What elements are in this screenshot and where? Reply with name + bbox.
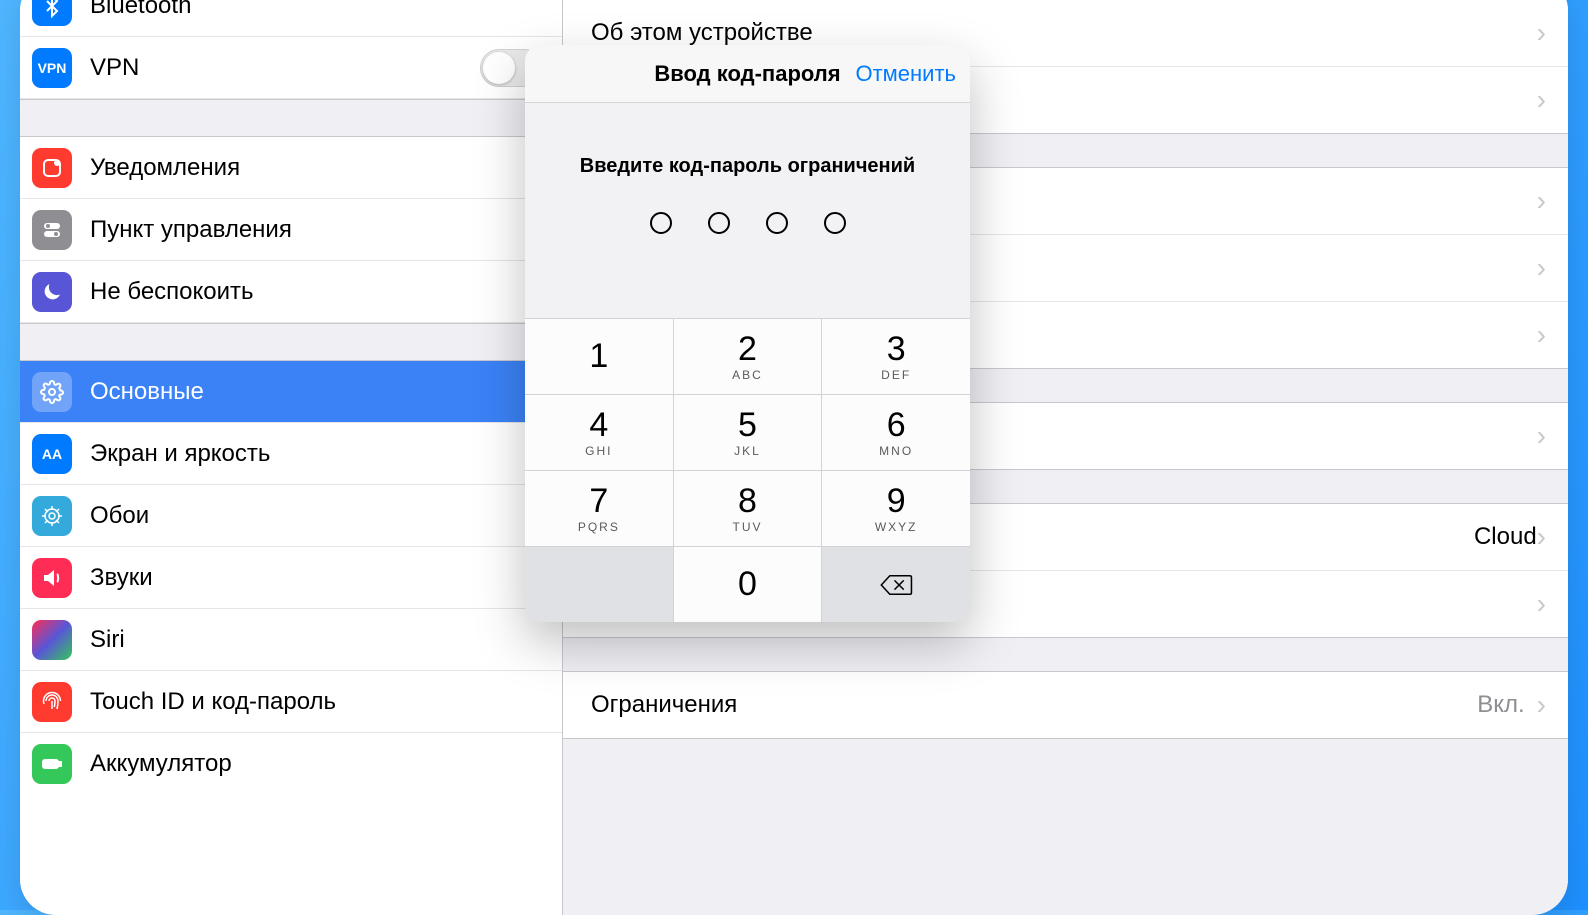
sidebar-item-label: Экран и яркость — [90, 440, 544, 468]
passcode-modal: Ввод код-пароля Отменить Введите код-пар… — [525, 45, 970, 622]
keypad-letters: WXYZ — [875, 520, 918, 534]
keypad-key-6[interactable]: 6 MNO — [822, 395, 970, 470]
detail-row-value: Вкл. — [1477, 691, 1524, 719]
keypad-digit: 3 — [887, 332, 906, 366]
detail-row-label: Ограничения — [591, 691, 1477, 719]
fingerprint-icon — [32, 682, 72, 722]
keypad-letters: ABC — [732, 368, 763, 382]
keypad-letters: JKL — [734, 444, 761, 458]
sidebar-item-label: Звуки — [90, 564, 544, 592]
sidebar-item-label: Уведомления — [90, 154, 544, 182]
modal-header: Ввод код-пароля Отменить — [525, 45, 970, 103]
sidebar-item-wallpaper[interactable]: Обои — [20, 485, 562, 547]
keypad-blank — [525, 547, 673, 622]
sidebar-item-notifications[interactable]: Уведомления — [20, 137, 562, 199]
keypad-digit: 4 — [589, 408, 608, 442]
keypad-letters: PQRS — [578, 520, 620, 534]
sidebar-item-touch-id[interactable]: Touch ID и код-пароль — [20, 671, 562, 733]
sidebar-item-battery[interactable]: Аккумулятор — [20, 733, 562, 795]
modal-title: Ввод код-пароля — [654, 61, 840, 87]
sidebar-item-label: VPN — [90, 54, 480, 82]
keypad-digit: 6 — [887, 408, 906, 442]
chevron-right-icon: › — [1537, 252, 1546, 284]
keypad-letters: TUV — [732, 520, 762, 534]
sidebar-item-label: Bluetooth — [90, 0, 544, 20]
sidebar-item-label: Обои — [90, 502, 544, 530]
sidebar-item-label: Пункт управления — [90, 216, 544, 244]
cancel-button[interactable]: Отменить — [855, 45, 956, 102]
keypad-key-4[interactable]: 4 GHI — [525, 395, 673, 470]
keypad-digit: 0 — [738, 567, 757, 601]
keypad-key-0[interactable]: 0 — [674, 547, 822, 622]
vpn-icon: VPN — [32, 48, 72, 88]
keypad-key-8[interactable]: 8 TUV — [674, 471, 822, 546]
keypad-key-9[interactable]: 9 WXYZ — [822, 471, 970, 546]
passcode-dot — [708, 212, 730, 234]
group-separator — [20, 323, 562, 361]
keypad-letters: MNO — [879, 444, 913, 458]
chevron-right-icon: › — [1537, 84, 1546, 116]
numeric-keypad: 1 2 ABC 3 DEF 4 GHI 5 JKL 6 MNO — [525, 318, 970, 622]
passcode-dot — [766, 212, 788, 234]
detail-row-label: Об этом устройстве — [591, 19, 1537, 47]
passcode-prompt: Введите код-пароль ограничений — [580, 155, 915, 178]
chevron-right-icon: › — [1537, 17, 1546, 49]
control-center-icon — [32, 210, 72, 250]
sidebar-item-general[interactable]: Основные — [20, 361, 562, 423]
chevron-right-icon: › — [1537, 420, 1546, 452]
passcode-dots — [650, 212, 846, 234]
sidebar-item-display[interactable]: AA Экран и яркость — [20, 423, 562, 485]
modal-body: Введите код-пароль ограничений — [525, 103, 970, 318]
keypad-digit: 2 — [738, 332, 757, 366]
sidebar-item-bluetooth[interactable]: Bluetooth — [20, 0, 562, 37]
keypad-digit: 7 — [589, 484, 608, 518]
keypad-digit: 5 — [738, 408, 757, 442]
settings-window: Bluetooth VPN VPN Уведомления Пункт упра… — [20, 0, 1568, 915]
detail-row-restrictions[interactable]: Ограничения Вкл. › — [563, 671, 1568, 739]
chevron-right-icon: › — [1537, 185, 1546, 217]
chevron-right-icon: › — [1537, 588, 1546, 620]
chevron-right-icon: › — [1537, 689, 1546, 721]
keypad-key-5[interactable]: 5 JKL — [674, 395, 822, 470]
keypad-key-1[interactable]: 1 — [525, 319, 673, 394]
keypad-letters: GHI — [585, 444, 612, 458]
display-icon: AA — [32, 434, 72, 474]
group-separator — [563, 637, 1568, 671]
keypad-digit: 9 — [887, 484, 906, 518]
group-separator — [20, 99, 562, 137]
sidebar-item-control-center[interactable]: Пункт управления — [20, 199, 562, 261]
keypad-key-2[interactable]: 2 ABC — [674, 319, 822, 394]
passcode-dot — [824, 212, 846, 234]
settings-sidebar: Bluetooth VPN VPN Уведомления Пункт упра… — [20, 0, 563, 915]
keypad-key-3[interactable]: 3 DEF — [822, 319, 970, 394]
sidebar-item-label: Siri — [90, 626, 544, 654]
sidebar-item-label: Основные — [90, 378, 544, 406]
keypad-digit: 1 — [589, 339, 608, 373]
keypad-backspace[interactable] — [822, 547, 970, 622]
bluetooth-icon — [32, 0, 72, 26]
sidebar-item-sounds[interactable]: Звуки — [20, 547, 562, 609]
moon-icon — [32, 272, 72, 312]
battery-icon — [32, 744, 72, 784]
sidebar-item-siri[interactable]: Siri — [20, 609, 562, 671]
chevron-right-icon: › — [1537, 521, 1546, 553]
chevron-right-icon: › — [1537, 319, 1546, 351]
sidebar-item-label: Touch ID и код-пароль — [90, 688, 544, 716]
speaker-icon — [32, 558, 72, 598]
keypad-letters: DEF — [881, 368, 911, 382]
siri-icon — [32, 620, 72, 660]
sidebar-item-label: Не беспокоить — [90, 278, 544, 306]
backspace-icon — [879, 572, 913, 598]
keypad-key-7[interactable]: 7 PQRS — [525, 471, 673, 546]
passcode-dot — [650, 212, 672, 234]
sidebar-item-do-not-disturb[interactable]: Не беспокоить — [20, 261, 562, 323]
sidebar-item-vpn[interactable]: VPN VPN — [20, 37, 562, 99]
wallpaper-icon — [32, 496, 72, 536]
sidebar-item-label: Аккумулятор — [90, 750, 544, 778]
notifications-icon — [32, 148, 72, 188]
gear-icon — [32, 372, 72, 412]
keypad-digit: 8 — [738, 484, 757, 518]
